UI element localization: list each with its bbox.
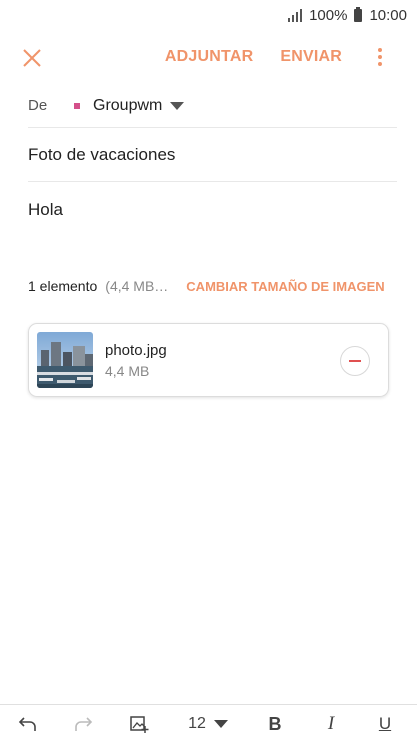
chevron-down-icon (213, 720, 228, 728)
attachment-details: photo.jpg 4,4 MB (105, 342, 167, 379)
toolbar-actions: ADJUNTAR ENVIAR (165, 30, 417, 84)
redo-icon[interactable] (69, 705, 97, 742)
more-options-icon[interactable] (368, 42, 392, 72)
attachment-name: photo.jpg (105, 341, 167, 359)
battery-icon (354, 6, 363, 22)
resize-image-button[interactable]: CAMBIAR TAMAÑO DE IMAGEN (186, 279, 384, 294)
from-label: De (28, 97, 48, 114)
bold-button[interactable]: B (262, 705, 288, 742)
from-row: De Groupwm (28, 84, 397, 128)
attachment-size: 4,4 MB (105, 362, 150, 379)
send-button[interactable]: ENVIAR (280, 48, 342, 66)
editor-toolbar: 12 B I U (0, 704, 417, 742)
font-size-selector[interactable]: 12 (180, 705, 236, 742)
photo-thumbnail (37, 332, 93, 388)
clock: 10:00 (369, 6, 407, 24)
insert-image-icon[interactable] (125, 705, 153, 742)
subject-field[interactable]: Foto de vacaciones (28, 128, 397, 182)
underline-button[interactable]: U (372, 705, 398, 742)
message-body[interactable]: Hola (28, 200, 63, 220)
italic-button[interactable]: I (318, 705, 344, 742)
subject-text: Foto de vacaciones (28, 144, 176, 164)
attachment-summary: 1 elemento (4,4 MB… CAMBIAR TAMAÑO DE IM… (28, 276, 390, 296)
from-account[interactable]: Groupwm (93, 97, 162, 115)
attach-button[interactable]: ADJUNTAR (165, 48, 253, 66)
battery-percent: 100% (309, 6, 348, 24)
chevron-down-icon[interactable] (170, 101, 185, 110)
font-size-value: 12 (188, 715, 206, 732)
close-icon[interactable] (18, 44, 46, 72)
attachment-card[interactable]: photo.jpg 4,4 MB (28, 323, 389, 397)
attachment-count: 1 elemento (28, 278, 98, 294)
status-bar: 100% 10:00 (0, 0, 417, 30)
remove-attachment-icon[interactable] (340, 346, 370, 376)
account-color-dot (74, 102, 80, 109)
compose-toolbar: ADJUNTAR ENVIAR (0, 30, 417, 84)
attachment-total-size: (4,4 MB… (105, 278, 169, 294)
undo-icon[interactable] (14, 705, 42, 742)
signal-icon (288, 8, 303, 22)
